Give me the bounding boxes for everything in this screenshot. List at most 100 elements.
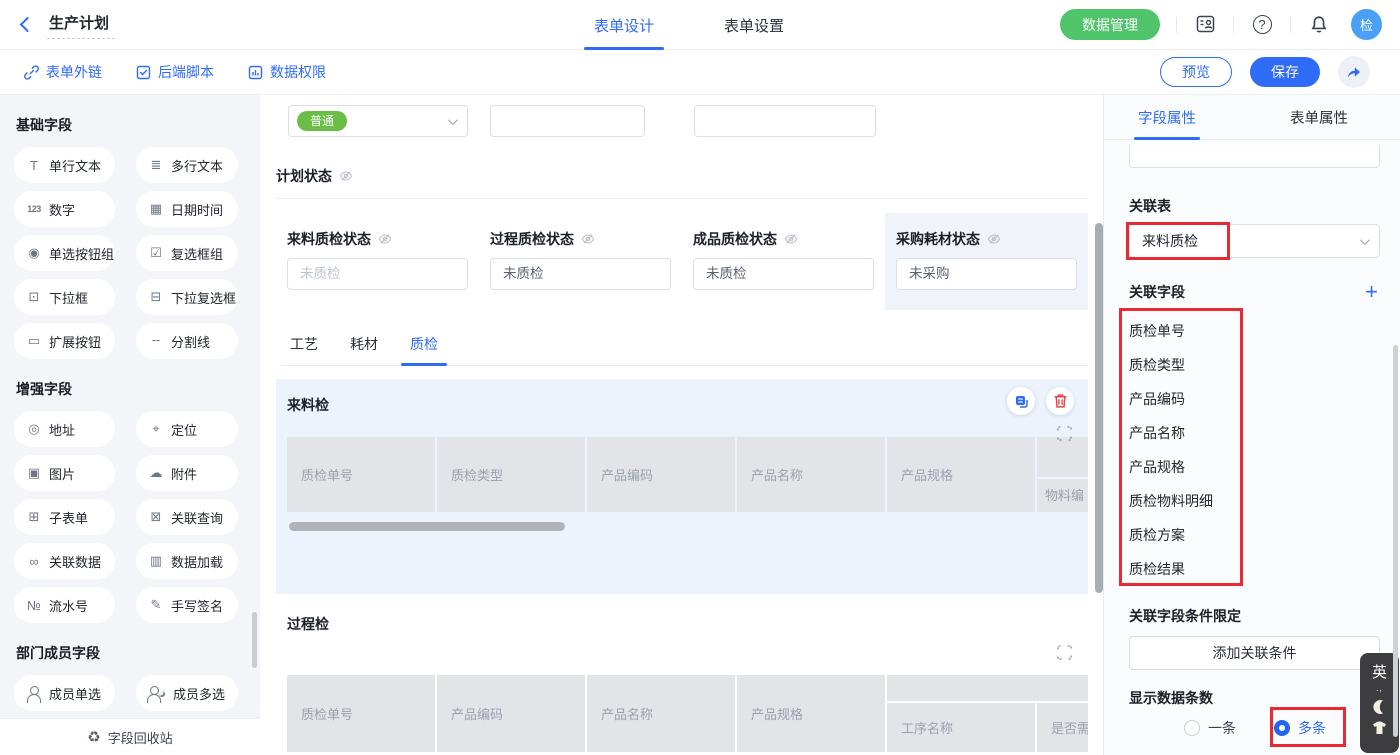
sidebar-item-location[interactable]: ⌖定位 xyxy=(136,411,238,447)
related-field-item[interactable]: 质检方案 xyxy=(1129,518,1380,552)
data-permission-link[interactable]: 数据权限 xyxy=(248,62,326,82)
share-button[interactable] xyxy=(1338,56,1370,88)
sidebar-item-subform[interactable]: ⊞子表单 xyxy=(14,499,115,535)
column-header: 产品名称 xyxy=(737,437,885,512)
sidebar-item-data-load[interactable]: ▥数据加载 xyxy=(136,543,238,579)
sidebar-item-checkbox-group[interactable]: ☑复选框组 xyxy=(136,235,238,271)
related-field-item[interactable]: 产品规格 xyxy=(1129,450,1380,484)
section-title-enhanced: 增强字段 xyxy=(16,379,260,399)
sidebar-scrollbar[interactable] xyxy=(252,612,257,668)
related-fields-header: 关联字段 + xyxy=(1129,282,1380,302)
moon-icon[interactable] xyxy=(1372,699,1388,715)
related-field-item[interactable]: 质检物料明细 xyxy=(1129,484,1380,518)
avatar[interactable]: 检 xyxy=(1351,9,1382,40)
sidebar-item-multi-select[interactable]: ⊟下拉复选框 xyxy=(136,279,238,315)
chart-icon: ▥ xyxy=(148,553,164,569)
sidebar-item-image[interactable]: ▣图片 xyxy=(14,455,115,491)
resize-handle-icon[interactable] xyxy=(1057,645,1072,665)
pin-icon: ◎ xyxy=(26,421,42,437)
sidebar-item-divider[interactable]: ╌分割线 xyxy=(136,323,238,359)
divider xyxy=(1176,17,1177,33)
backend-script-link[interactable]: 后端脚本 xyxy=(136,62,214,82)
eye-hidden-icon xyxy=(378,232,392,246)
sidebar-item-attachment[interactable]: ☁附件 xyxy=(136,455,238,491)
tab-form-props[interactable]: 表单属性 xyxy=(1288,95,1350,139)
related-field-item[interactable]: 产品名称 xyxy=(1129,416,1380,450)
sidebar-item-radio-group[interactable]: ◉单选按钮组 xyxy=(14,235,115,271)
incoming-inspection-panel[interactable]: 来料检 质检单号 质检类型 产品编码 产品名称 xyxy=(276,379,1088,594)
sidebar-item-signature[interactable]: ✎手写签名 xyxy=(136,587,238,623)
add-condition-button[interactable]: 添加关联条件 xyxy=(1129,636,1380,670)
related-field-item[interactable]: 质检结果 xyxy=(1129,552,1380,586)
status-input[interactable]: 未质检 xyxy=(490,258,671,290)
sidebar-item-address[interactable]: ◎地址 xyxy=(14,411,115,447)
field-incoming-qc-status[interactable]: 来料质检状态 未质检 xyxy=(276,213,479,310)
field-recycle-bin[interactable]: ♻ 字段回收站 xyxy=(0,718,260,755)
shirt-skin-icon[interactable] xyxy=(1371,721,1388,736)
delete-button[interactable] xyxy=(1046,387,1074,415)
process-panel-title: 过程检 xyxy=(287,614,1088,634)
resize-handle-icon[interactable] xyxy=(1057,426,1072,446)
sidebar-item-extend-button[interactable]: ▭扩展按钮 xyxy=(14,323,115,359)
radio-multiple[interactable]: 多条 xyxy=(1274,718,1326,738)
tab-quality[interactable]: 质检 xyxy=(401,334,447,365)
related-field-item[interactable]: 质检类型 xyxy=(1129,348,1380,382)
plan-status-field[interactable]: 计划状态 xyxy=(276,166,1088,199)
related-table-select[interactable]: 来料质检 xyxy=(1129,224,1380,258)
tab-craft[interactable]: 工艺 xyxy=(281,334,327,365)
sidebar-item-datetime[interactable]: ▦日期时间 xyxy=(136,191,238,227)
sidebar-item-select[interactable]: ⊡下拉框 xyxy=(14,279,115,315)
field-finished-qc-status[interactable]: 成品质检状态 未质检 xyxy=(682,213,885,310)
horizontal-scrollbar[interactable] xyxy=(289,522,565,531)
status-input[interactable]: 未质检 xyxy=(287,258,468,290)
query-icon: ⊠ xyxy=(148,509,164,525)
condition-label: 关联字段条件限定 xyxy=(1129,606,1380,626)
canvas-vertical-scrollbar[interactable] xyxy=(1095,223,1103,593)
tab-form-design[interactable]: 表单设计 xyxy=(590,0,658,50)
tab-field-props[interactable]: 字段属性 xyxy=(1136,95,1198,139)
preview-button[interactable]: 预览 xyxy=(1160,57,1232,87)
field-process-qc-status[interactable]: 过程质检状态 未质检 xyxy=(479,213,682,310)
header-right: 数据管理 ? 检 xyxy=(1060,9,1400,40)
divider xyxy=(1233,17,1234,33)
field-purchase-material-status[interactable]: 采购耗材状态 未采购 xyxy=(885,213,1088,310)
sidebar-item-multi-text[interactable]: ≣多行文本 xyxy=(136,147,238,183)
empty-input[interactable] xyxy=(490,105,645,137)
help-icon[interactable]: ? xyxy=(1250,13,1274,37)
sidebar-item-number[interactable]: 123数字 xyxy=(14,191,115,227)
empty-input[interactable] xyxy=(694,105,876,137)
related-field-item[interactable]: 质检单号 xyxy=(1129,314,1380,348)
tab-form-settings[interactable]: 表单设置 xyxy=(720,0,788,50)
priority-select[interactable]: 普通 xyxy=(288,105,468,137)
sidebar-item-related-data[interactable]: ∞关联数据 xyxy=(14,543,115,579)
multiselect-icon: ⊟ xyxy=(148,289,164,305)
contacts-icon[interactable] xyxy=(1193,13,1217,37)
radio-single[interactable]: 一条 xyxy=(1184,718,1236,738)
save-button[interactable]: 保存 xyxy=(1250,57,1320,87)
tab-material[interactable]: 耗材 xyxy=(341,334,387,365)
partial-input[interactable] xyxy=(1129,145,1380,168)
radio-icon xyxy=(1274,720,1290,736)
sidebar-item-related-query[interactable]: ⊠关联查询 xyxy=(136,499,238,535)
status-input[interactable]: 未采购 xyxy=(896,258,1077,290)
props-vertical-scrollbar[interactable] xyxy=(1393,345,1398,737)
related-field-item[interactable]: 产品编码 xyxy=(1129,382,1380,416)
form-external-link[interactable]: 表单外链 xyxy=(24,62,102,82)
form-designer-app: 生产计划 表单设计 表单设置 数据管理 ? 检 表单外链 xyxy=(0,0,1400,755)
copy-button[interactable] xyxy=(1007,387,1035,415)
data-manage-button[interactable]: 数据管理 xyxy=(1060,9,1160,40)
bell-icon[interactable] xyxy=(1307,13,1331,37)
sidebar-item-serial-number[interactable]: №流水号 xyxy=(14,587,115,623)
status-input[interactable]: 未质检 xyxy=(693,258,874,290)
ime-language-indicator[interactable]: 英 xyxy=(1372,661,1387,682)
sidebar-item-single-text[interactable]: T单行文本 xyxy=(14,147,115,183)
related-fields-list: 质检单号 质检类型 产品编码 产品名称 产品规格 质检物料明细 质检方案 质检结… xyxy=(1129,314,1380,586)
back-icon[interactable] xyxy=(20,17,36,33)
sidebar-item-member-single[interactable]: 成员单选 xyxy=(14,675,115,711)
ime-punctuation-indicator[interactable]: ., xyxy=(1376,683,1383,693)
sidebar-item-member-multi[interactable]: 成员多选 xyxy=(136,675,238,711)
cloud-icon: ☁ xyxy=(148,465,164,481)
add-field-icon[interactable]: + xyxy=(1365,282,1380,302)
process-inspection-section[interactable]: 过程检 质检单号 产品编码 产品名称 产品规格 工序名称 是否需 xyxy=(276,614,1088,755)
panel-actions xyxy=(1007,387,1074,415)
